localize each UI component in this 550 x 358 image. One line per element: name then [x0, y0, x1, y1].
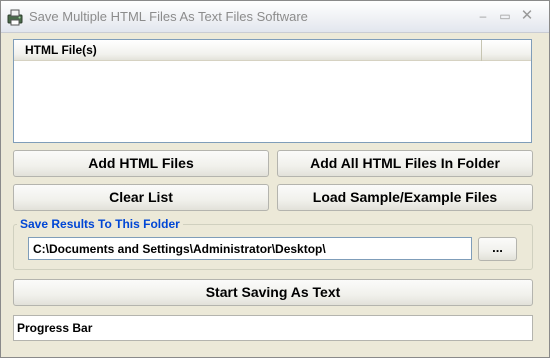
- app-window: Save Multiple HTML Files As Text Files S…: [0, 0, 550, 358]
- window-title: Save Multiple HTML Files As Text Files S…: [29, 9, 308, 24]
- start-saving-button[interactable]: Start Saving As Text: [13, 279, 533, 306]
- clear-list-button[interactable]: Clear List: [13, 184, 269, 211]
- browse-folder-button[interactable]: ...: [478, 237, 517, 261]
- add-all-html-files-in-folder-button[interactable]: Add All HTML Files In Folder: [277, 150, 533, 177]
- output-folder-input[interactable]: [28, 237, 472, 260]
- maximize-icon[interactable]: ▭: [495, 7, 515, 25]
- close-icon[interactable]: ✕: [517, 7, 537, 25]
- list-header: HTML File(s): [14, 40, 531, 61]
- html-files-list[interactable]: HTML File(s): [13, 39, 532, 143]
- load-sample-files-button[interactable]: Load Sample/Example Files: [277, 184, 533, 211]
- column-header-html-files[interactable]: HTML File(s): [14, 40, 482, 61]
- progress-bar: Progress Bar: [13, 315, 533, 341]
- app-icon: [6, 8, 24, 26]
- minimize-icon[interactable]: –: [473, 7, 493, 25]
- save-results-legend: Save Results To This Folder: [17, 217, 183, 231]
- title-bar[interactable]: Save Multiple HTML Files As Text Files S…: [1, 1, 549, 33]
- add-html-files-button[interactable]: Add HTML Files: [13, 150, 269, 177]
